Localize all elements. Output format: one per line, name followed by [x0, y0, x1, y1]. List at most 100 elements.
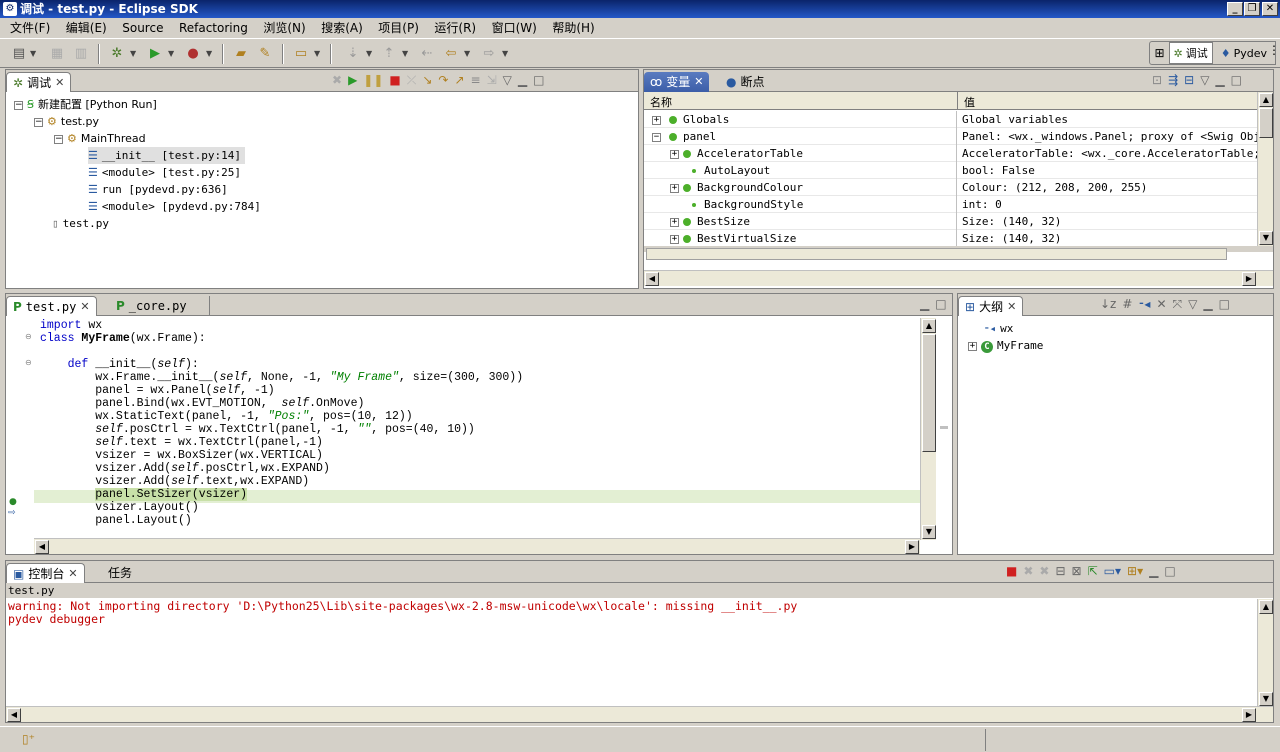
- code-line[interactable]: panel.Layout(): [40, 514, 192, 527]
- open-folder-dropdown-icon[interactable]: ▼: [314, 45, 322, 63]
- new-icon[interactable]: ▤: [10, 45, 28, 63]
- open-project-icon[interactable]: ▰: [232, 45, 250, 63]
- run-dropdown-icon[interactable]: ▼: [168, 45, 176, 63]
- close-icon[interactable]: ✕: [68, 565, 77, 583]
- forward-dropdown-icon[interactable]: ▼: [502, 45, 510, 63]
- maximize-view-icon[interactable]: □: [1219, 297, 1230, 312]
- collapse-all-icon[interactable]: ⊟: [1184, 73, 1194, 87]
- hide-fields-icon[interactable]: #: [1122, 297, 1132, 312]
- back-icon[interactable]: ⇦: [442, 45, 460, 63]
- terminate-icon[interactable]: ■: [389, 73, 400, 88]
- debug-icon[interactable]: ✲: [108, 45, 126, 63]
- open-folder-icon[interactable]: ▭: [292, 45, 310, 63]
- variable-row[interactable]: − panel Panel: <wx._windows.Panel; proxy …: [644, 128, 1257, 145]
- suspend-icon[interactable]: ❚❚: [363, 73, 383, 88]
- variable-row[interactable]: + AcceleratorTable AcceleratorTable: <wx.…: [644, 145, 1257, 162]
- remove-terminated-icon[interactable]: ✖: [332, 73, 342, 88]
- collapse-icon[interactable]: −: [34, 117, 43, 127]
- remove-launch-icon[interactable]: ✖: [1023, 564, 1033, 578]
- perspective-debug[interactable]: ✲ 调试: [1168, 42, 1213, 64]
- show-logical-structure-icon[interactable]: ⇶: [1168, 73, 1178, 87]
- back-dropdown-icon[interactable]: ▼: [464, 45, 472, 63]
- outline-item-import[interactable]: ⁃◂ wx: [984, 320, 1013, 337]
- close-button[interactable]: ✕: [1262, 2, 1278, 16]
- code-line[interactable]: self.posCtrl = wx.TextCtrl(panel, -1, ""…: [40, 423, 475, 436]
- code-line[interactable]: wx.Frame.__init__(self, None, -1, "My Fr…: [40, 371, 523, 384]
- code-line[interactable]: vsizer.Add(self.text,wx.EXPAND): [40, 475, 309, 488]
- hide-imports-icon[interactable]: ⁃◂: [1138, 297, 1150, 312]
- step-into-icon[interactable]: ↘: [422, 73, 432, 88]
- expand-icon[interactable]: +: [968, 341, 977, 351]
- scroll-track[interactable]: [646, 248, 1227, 260]
- tab-test-py[interactable]: P test.py ✕: [6, 296, 97, 316]
- minimize-view-icon[interactable]: ▁: [920, 297, 929, 311]
- view-menu-icon[interactable]: ▽: [1188, 297, 1197, 312]
- last-edit-icon[interactable]: ⇠: [418, 45, 436, 63]
- show-type-names-icon[interactable]: ⊡: [1152, 73, 1162, 87]
- forward-icon[interactable]: ⇨: [480, 45, 498, 63]
- remove-all-terminated-icon[interactable]: ✖: [1039, 564, 1049, 578]
- run-icon[interactable]: ▶: [146, 45, 164, 63]
- collapse-icon[interactable]: −: [652, 132, 661, 142]
- print-icon[interactable]: ▥: [72, 45, 90, 63]
- variable-row[interactable]: + Globals Global variables: [644, 111, 1257, 128]
- view-menu-icon[interactable]: ▽: [503, 73, 512, 88]
- tree-item-thread[interactable]: − ⚙ MainThread: [54, 130, 146, 147]
- view-menu-icon[interactable]: ▽: [1200, 73, 1209, 87]
- next-annotation-icon[interactable]: ⇣: [344, 45, 362, 63]
- maximize-button[interactable]: ❐: [1244, 2, 1260, 16]
- overview-ruler[interactable]: [936, 318, 952, 540]
- code-line[interactable]: vsizer.Add(self.posCtrl,wx.EXPAND): [40, 462, 330, 475]
- external-tools-dropdown-icon[interactable]: ▼: [206, 45, 214, 63]
- close-icon[interactable]: ✕: [80, 298, 89, 316]
- expand-icon[interactable]: +: [670, 149, 679, 159]
- menu-navigate[interactable]: 浏览(N): [257, 18, 311, 38]
- menu-search[interactable]: 搜索(A): [315, 18, 369, 38]
- expand-icon[interactable]: +: [652, 115, 661, 125]
- variable-row[interactable]: + BestVirtualSize Size: (140, 32): [644, 230, 1257, 247]
- collapse-icon[interactable]: −: [14, 100, 23, 110]
- scroll-left-icon[interactable]: ◀: [645, 272, 659, 286]
- console-hscroll[interactable]: ◀ ▶: [6, 706, 1273, 722]
- close-icon[interactable]: ✕: [1007, 298, 1016, 316]
- resume-icon[interactable]: ▶: [348, 73, 357, 88]
- editor-vscroll[interactable]: ▲ ▼: [920, 318, 936, 540]
- minimize-view-icon[interactable]: ▁: [518, 73, 527, 88]
- overview-mark[interactable]: [940, 426, 948, 429]
- tab-outline[interactable]: ⊞ 大纲 ✕: [958, 296, 1024, 316]
- use-step-filters-icon[interactable]: ⇲: [487, 73, 497, 88]
- scroll-right-icon[interactable]: ▶: [905, 540, 919, 554]
- code-line[interactable]: import wx: [40, 319, 102, 332]
- editor-ruler[interactable]: ⊖ ⊖ ● ⇨: [6, 316, 34, 538]
- code-line[interactable]: def __init__(self):: [40, 358, 199, 371]
- tree-item-launch[interactable]: − Ꞩ 新建配置 [Python Run]: [14, 96, 157, 113]
- menu-source[interactable]: Source: [116, 18, 169, 38]
- prev-annotation-dropdown-icon[interactable]: ▼: [402, 45, 410, 63]
- scroll-lock-icon[interactable]: ⊠: [1072, 564, 1082, 578]
- scroll-thumb[interactable]: [922, 334, 936, 452]
- save-icon[interactable]: ▦: [48, 45, 66, 63]
- close-icon[interactable]: ✕: [694, 73, 703, 91]
- open-perspective-icon[interactable]: ⊞: [1154, 46, 1164, 60]
- tab-core-py[interactable]: P _core.py: [110, 296, 210, 316]
- scroll-left-icon[interactable]: ◀: [7, 708, 21, 722]
- menu-refactoring[interactable]: Refactoring: [173, 18, 254, 38]
- prev-annotation-icon[interactable]: ⇡: [380, 45, 398, 63]
- expand-icon[interactable]: +: [670, 217, 679, 227]
- fold-collapse-icon[interactable]: ⊖: [25, 358, 32, 367]
- column-value-header[interactable]: 值: [964, 94, 975, 110]
- code-line[interactable]: panel = wx.Panel(self, -1): [40, 384, 274, 397]
- maximize-view-icon[interactable]: □: [1231, 73, 1242, 87]
- tree-item-process-file[interactable]: ▯ test.py: [52, 215, 109, 232]
- maximize-view-icon[interactable]: □: [1164, 564, 1175, 578]
- scroll-up-icon[interactable]: ▲: [1259, 93, 1273, 107]
- drop-to-frame-icon[interactable]: ≡: [471, 73, 481, 88]
- editor-hscroll[interactable]: ◀ ▶: [34, 538, 920, 554]
- tree-item-process[interactable]: − ⚙ test.py: [34, 113, 99, 130]
- close-icon[interactable]: ✕: [55, 74, 64, 92]
- variable-row[interactable]: BackgroundStyle int: 0: [644, 196, 1257, 213]
- perspective-pydev[interactable]: ♦ Pydev: [1217, 45, 1271, 62]
- code-line[interactable]: self.text = wx.TextCtrl(panel,-1): [40, 436, 323, 449]
- column-divider[interactable]: [957, 92, 958, 110]
- console-output[interactable]: warning: Not importing directory 'D:\Pyt…: [8, 600, 1255, 626]
